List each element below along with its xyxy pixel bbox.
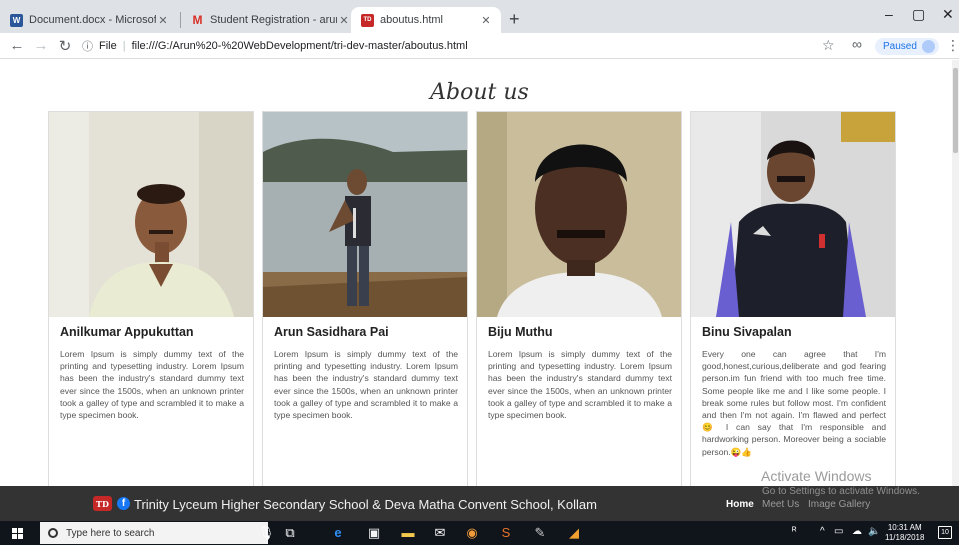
sublime-icon[interactable]: S <box>498 525 514 541</box>
clock-date: 11/18/2018 <box>885 533 925 542</box>
network-icon[interactable]: ▭ <box>834 526 843 537</box>
url-text: file:///G:/Arun%20-%20WebDevelopment/tri… <box>131 40 468 52</box>
member-photo <box>263 112 467 317</box>
school-name: Trinity Lyceum Higher Secondary School &… <box>134 497 597 512</box>
onedrive-icon[interactable]: ☁ <box>852 526 862 537</box>
volume-icon[interactable]: 🔈 <box>868 526 880 537</box>
member-bio: Every one can agree that I'm good,honest… <box>702 349 886 457</box>
gmail-icon: M <box>192 13 203 27</box>
notification-icon[interactable]: 10 <box>938 526 952 539</box>
member-photo <box>477 112 681 317</box>
member-bio: Lorem Ipsum is simply dummy text of the … <box>488 349 672 421</box>
file-explorer-icon[interactable]: ▬ <box>400 525 416 541</box>
tray-chevron-icon[interactable]: ^ <box>820 526 825 537</box>
app-icon[interactable]: ✎ <box>532 525 548 541</box>
maximize-button[interactable]: ▢ <box>912 6 925 23</box>
avatar <box>921 40 935 53</box>
close-icon[interactable]: ✕ <box>479 14 493 27</box>
info-icon[interactable]: ⓘ <box>82 38 93 54</box>
chrome-icon[interactable]: ◉ <box>464 525 480 541</box>
minimize-button[interactable]: – <box>885 6 893 22</box>
nav-image-gallery[interactable]: Image Gallery <box>808 499 870 510</box>
td-icon: TD <box>361 13 374 27</box>
windows-start-icon[interactable] <box>12 528 24 539</box>
tab-title: Student Registration - arunpared <box>210 14 337 26</box>
member-bio: Lorem Ipsum is simply dummy text of the … <box>60 349 244 421</box>
activate-windows-subtitle: Go to Settings to activate Windows. <box>762 486 920 497</box>
extension-icon[interactable]: ∞ <box>852 36 862 52</box>
activate-windows-title: Activate Windows <box>761 468 872 484</box>
taskbar-clock[interactable]: 10:31 AM 11/18/2018 <box>885 523 924 543</box>
scheme-label: File <box>99 40 117 52</box>
member-card: Biju Muthu Lorem Ipsum is simply dummy t… <box>476 111 682 486</box>
member-photo <box>49 112 253 317</box>
facebook-icon[interactable]: f <box>117 497 130 510</box>
address-bar[interactable]: ⓘ File | file:///G:/Arun%20-%20WebDevelo… <box>82 36 468 56</box>
close-icon[interactable]: ✕ <box>156 14 170 27</box>
nav-home[interactable]: Home <box>726 499 754 510</box>
word-icon: W <box>10 13 23 27</box>
member-card: Arun Sasidhara Pai Lorem Ipsum is simply… <box>262 111 468 486</box>
tab-title: aboutus.html <box>380 14 443 26</box>
member-name: Biju Muthu <box>488 325 553 339</box>
member-card: Anilkumar Appukuttan Lorem Ipsum is simp… <box>48 111 254 486</box>
member-card: Binu Sivapalan Every one can agree that … <box>690 111 896 486</box>
member-name: Anilkumar Appukuttan <box>60 325 194 339</box>
matlab-icon[interactable]: ◢ <box>566 525 582 541</box>
edge-icon[interactable]: e <box>330 525 346 541</box>
taskbar-search-input[interactable]: Type here to search <box>40 522 268 544</box>
forward-icon[interactable]: → <box>32 37 50 54</box>
people-icon[interactable]: ᴿ <box>792 526 797 537</box>
tab-aboutus[interactable]: TD aboutus.html ✕ <box>351 7 501 33</box>
tab-document[interactable]: W Document.docx - Microsoft Wor ✕ <box>0 7 178 33</box>
new-tab-button[interactable]: + <box>509 9 520 30</box>
store-icon[interactable]: ▣ <box>366 525 382 541</box>
reload-icon[interactable]: ↻ <box>56 37 74 55</box>
task-view-icon[interactable]: ⧉ <box>282 525 298 541</box>
page-title: About us <box>430 80 529 105</box>
menu-icon[interactable]: ⋮ <box>946 37 959 54</box>
member-name: Binu Sivapalan <box>702 325 792 339</box>
browser-toolbar: ← → ↻ ⓘ File | file:///G:/Arun%20-%20Web… <box>0 33 959 59</box>
microphone-icon[interactable]: 🎙 <box>258 525 275 541</box>
member-bio: Lorem Ipsum is simply dummy text of the … <box>274 349 458 421</box>
profile-button[interactable]: Paused <box>875 38 939 55</box>
windows-taskbar: Type here to search 🎙 ⧉ e ▣ ▬ ✉ ◉ S ✎ ◢ … <box>0 521 959 545</box>
tab-title: Document.docx - Microsoft Wor <box>29 14 156 26</box>
close-window-button[interactable]: ✕ <box>942 6 954 23</box>
bookmark-star-icon[interactable]: ☆ <box>822 37 835 54</box>
clock-time: 10:31 AM <box>887 523 922 532</box>
cortana-icon <box>48 528 58 538</box>
nav-meet-us[interactable]: Meet Us <box>762 499 799 510</box>
scrollbar-thumb[interactable] <box>953 68 958 153</box>
search-placeholder: Type here to search <box>66 527 155 539</box>
back-icon[interactable]: ← <box>8 37 26 54</box>
mail-icon[interactable]: ✉ <box>432 525 448 541</box>
page-content: About us Anilkumar Appukuttan Lorem Ipsu… <box>0 60 959 486</box>
member-photo <box>691 112 895 317</box>
school-logo[interactable]: TD <box>93 496 112 511</box>
browser-tab-strip: W Document.docx - Microsoft Wor ✕ M Stud… <box>0 0 959 33</box>
profile-status: Paused <box>883 41 917 52</box>
tab-student-registration[interactable]: M Student Registration - arunpared ✕ <box>181 7 359 33</box>
close-icon[interactable]: ✕ <box>337 14 351 27</box>
address-separator: | <box>122 40 126 52</box>
member-name: Arun Sasidhara Pai <box>274 325 389 339</box>
